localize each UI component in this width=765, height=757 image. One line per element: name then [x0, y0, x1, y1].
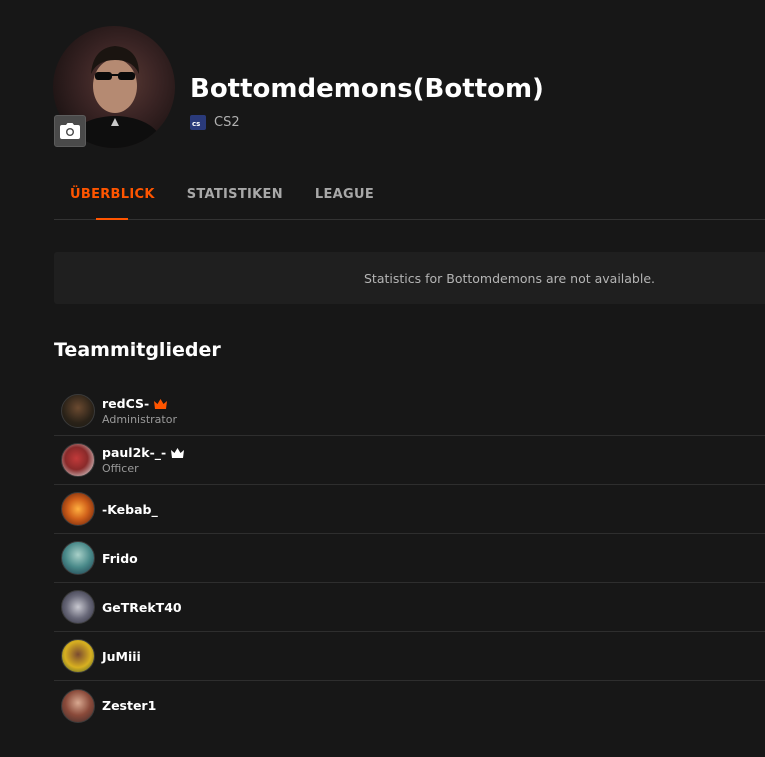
member-avatar [61, 639, 95, 673]
profile-tabs: ÜBERBLICK STATISTIKEN LEAGUE [54, 172, 765, 220]
members-list: redCS- Administrator paul2k-_- Officer -… [54, 387, 765, 730]
member-row[interactable]: redCS- Administrator [54, 387, 765, 436]
member-name: paul2k-_- [102, 445, 167, 460]
member-avatar [61, 688, 95, 723]
member-name: Frido [102, 550, 138, 566]
member-name: redCS- [102, 396, 150, 411]
member-row[interactable]: GeTRekT40 [54, 583, 765, 632]
camera-icon [60, 123, 80, 139]
member-row[interactable]: Frido [54, 534, 765, 583]
member-name: -Kebab_ [102, 501, 158, 517]
member-row[interactable]: paul2k-_- Officer [54, 436, 765, 485]
team-name: Bottomdemons(Bottom) [190, 74, 544, 104]
game-tag: cs CS2 [190, 115, 240, 130]
member-avatar [61, 492, 95, 526]
member-name: GeTRekT40 [102, 599, 182, 615]
member-avatar [61, 443, 95, 477]
game-label: CS2 [214, 115, 240, 130]
team-avatar-container [53, 26, 175, 148]
member-avatar [61, 541, 95, 575]
stats-unavailable-message: Statistics for Bottomdemons are not avai… [363, 270, 655, 286]
members-section-title: Teammitglieder [54, 339, 221, 361]
member-role: Administrator [102, 413, 177, 426]
tab-league[interactable]: LEAGUE [299, 172, 390, 219]
cs-game-icon: cs [190, 115, 206, 130]
upload-photo-button[interactable] [54, 115, 86, 147]
member-row[interactable]: JuMiii [54, 632, 765, 681]
member-name: JuMiii [102, 648, 141, 664]
member-row[interactable]: -Kebab_ [54, 485, 765, 534]
member-avatar [61, 394, 95, 428]
member-name: Zester1 [102, 698, 157, 713]
crown-icon [171, 447, 185, 458]
member-avatar [61, 590, 95, 624]
stats-panel: Statistics for Bottomdemons are not avai… [54, 252, 765, 304]
member-row[interactable]: Zester1 [54, 681, 765, 730]
crown-icon [154, 398, 168, 409]
member-role: Officer [102, 462, 139, 475]
tab-overview[interactable]: ÜBERBLICK [54, 172, 171, 219]
tab-statistics[interactable]: STATISTIKEN [171, 172, 299, 219]
svg-text:cs: cs [192, 120, 200, 127]
